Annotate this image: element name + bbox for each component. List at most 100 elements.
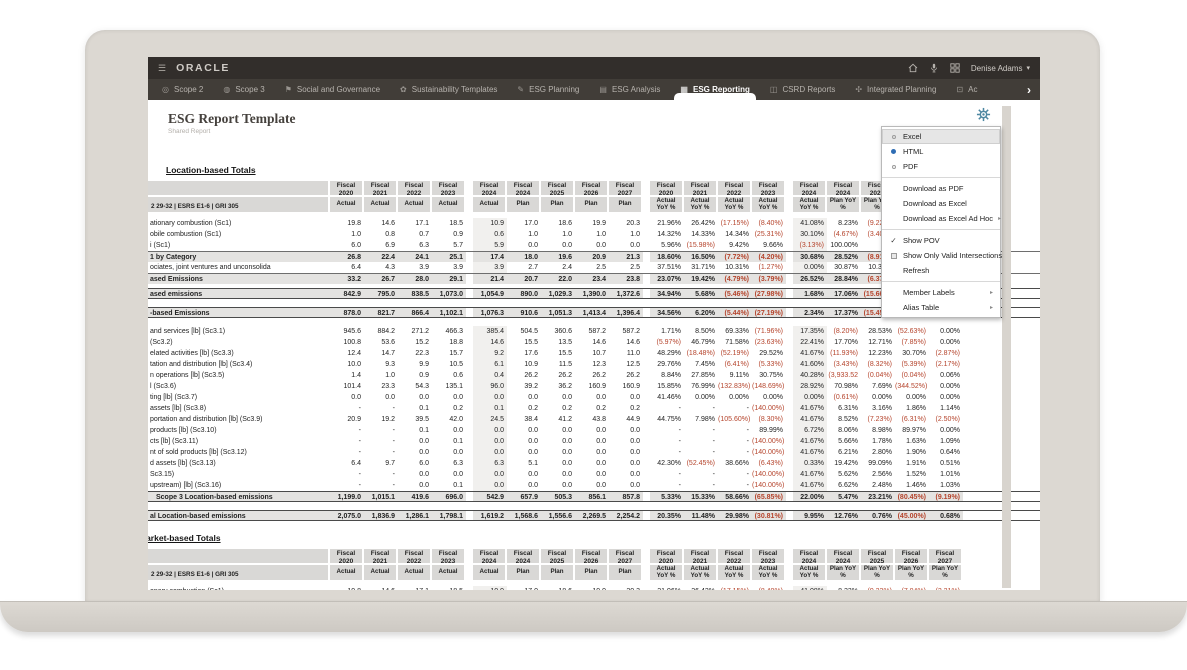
microphone-icon[interactable]	[929, 63, 939, 73]
tab-scope-3[interactable]: ◍Scope 3	[213, 79, 274, 100]
table-cell: (71.96%)	[752, 326, 786, 337]
table-cell: 3.16%	[861, 403, 895, 414]
table-cell: 0.00%	[793, 262, 827, 273]
table-cell: 1,073.0	[432, 289, 466, 298]
table-cell: 0.0	[473, 392, 507, 403]
app-grid-icon[interactable]	[950, 63, 960, 73]
table-cell: 0.0	[473, 469, 507, 480]
tab-esg-reporting[interactable]: ▦ESG Reporting	[670, 79, 759, 100]
tabs-overflow-button[interactable]: ›	[1018, 83, 1040, 97]
table-cell: 89.97%	[895, 425, 929, 436]
table-cell: -	[330, 447, 364, 458]
menu-item-alias-table[interactable]: Alias Table▸	[882, 300, 1000, 315]
table-cell: 0.0	[507, 240, 541, 251]
table-row: products [lb] (Sc3.10)--0.10.00.00.00.00…	[148, 425, 1040, 436]
column-group-gap	[466, 480, 473, 491]
column-header-sub: Plan YoY %	[827, 197, 859, 212]
column-group-gap	[786, 447, 793, 458]
table-cell: 1.46%	[895, 480, 929, 491]
table-cell: 0.0	[609, 425, 643, 436]
menu-item-show-pov[interactable]: ✓Show POV	[882, 233, 1000, 248]
column-header-year: Fiscal 2020	[330, 549, 362, 565]
menu-item-excel[interactable]: Excel	[882, 129, 1000, 144]
tab-csrd-reports[interactable]: ◫CSRD Reports	[760, 79, 845, 100]
table-cell: 31.71%	[684, 262, 718, 273]
table-cell: 18.5	[432, 586, 466, 590]
column-header: Fiscal 2023Actual YoY %	[752, 181, 786, 212]
column-group-gap	[466, 326, 473, 337]
column-group-gap	[786, 469, 793, 480]
table-cell: 41.08%	[793, 218, 827, 229]
table-cell: 9.9	[398, 359, 432, 370]
menu-item-download-as-excel[interactable]: Download as Excel	[882, 196, 1000, 211]
table-cell: (140.00%)	[752, 480, 786, 491]
column-header-year: Fiscal 2025	[861, 549, 893, 565]
menu-item-label: Refresh	[903, 266, 929, 275]
table-cell: (3.43%)	[827, 359, 861, 370]
table-cell: -	[650, 403, 684, 414]
table-cell: (45.00%)	[895, 511, 929, 520]
menu-item-show-only-valid-intersections[interactable]: Show Only Valid Intersections	[882, 248, 1000, 263]
table-cell: 38.4	[507, 414, 541, 425]
table-cell: 1,029.3	[541, 289, 575, 298]
tab-scope-2[interactable]: ◎Scope 2	[152, 79, 213, 100]
table-cell: (27.98%)	[752, 289, 786, 298]
scope3-icon: ◍	[223, 85, 230, 94]
table-row: n operations [lb] (Sc3.5)1.41.00.90.60.4…	[148, 370, 1040, 381]
table-cell: 23.3	[364, 381, 398, 392]
column-group-gap	[643, 511, 650, 520]
column-header-year: Fiscal 2025	[541, 181, 573, 197]
menu-item-pdf[interactable]: PDF	[882, 159, 1000, 174]
user-menu[interactable]: Denise Adams ▾	[971, 64, 1030, 73]
menu-item-download-as-pdf[interactable]: Download as PDF	[882, 181, 1000, 196]
social-governance-icon: ⚑	[285, 85, 292, 94]
column-header-sub: Actual	[398, 565, 430, 580]
column-header-year: Fiscal 2027	[929, 549, 961, 565]
column-header-year: Fiscal 2027	[609, 181, 641, 197]
table-cell: 1,051.3	[541, 308, 575, 317]
table-cell: 26.7	[364, 274, 398, 284]
table-cell: 1.68%	[793, 289, 827, 298]
column-header-sub: Plan	[541, 197, 573, 212]
oracle-logo[interactable]: ORACLE	[176, 62, 230, 74]
tab-ac[interactable]: ⊡Ac	[946, 79, 987, 100]
tab-esg-analysis[interactable]: ▤ESG Analysis	[589, 79, 670, 100]
column-header: Fiscal 2023Actual YoY %	[752, 549, 786, 580]
table-cell: 19.9	[575, 218, 609, 229]
column-header: Fiscal 2027Plan YoY %	[929, 549, 963, 580]
table-cell: 7.98%	[684, 414, 718, 425]
report-context-menu: ExcelHTMLPDFDownload as PDFDownload as E…	[881, 126, 1001, 318]
tab-integrated-planning[interactable]: ✣Integrated Planning	[845, 79, 946, 100]
vertical-scrollbar[interactable]	[1002, 106, 1011, 588]
table-cell: 2,075.0	[330, 511, 364, 520]
table-cell: (6.43%)	[752, 458, 786, 469]
column-header-sub: Actual YoY %	[752, 197, 784, 212]
menu-item-download-as-excel-ad-hoc[interactable]: Download as Excel Ad Hoc▸	[882, 211, 1000, 226]
table-cell: 0.64%	[929, 447, 963, 458]
row-label: and services [lb] (Sc3.1)	[148, 326, 330, 337]
tab-esg-planning[interactable]: ✎ESG Planning	[507, 79, 589, 100]
hamburger-menu-icon[interactable]: ☰	[158, 63, 166, 74]
table-cell: 135.1	[432, 381, 466, 392]
table-cell: 0.6	[473, 229, 507, 240]
table-cell: 8.84%	[650, 370, 684, 381]
table-cell: (17.15%)	[718, 218, 752, 229]
table-cell: (7.04%)	[895, 586, 929, 590]
tab-label: Social and Governance	[297, 85, 380, 94]
menu-item-refresh[interactable]: Refresh	[882, 263, 1000, 278]
column-group-gap	[786, 586, 793, 590]
table-cell: 1,102.1	[432, 308, 466, 317]
table-cell: 1,076.3	[473, 308, 507, 317]
table-cell: 0.0	[398, 436, 432, 447]
table-cell: 20.7	[507, 274, 541, 284]
table-cell: 43.8	[575, 414, 609, 425]
home-icon[interactable]	[908, 63, 918, 73]
table-cell: 0.00%	[861, 392, 895, 403]
table-cell: 30.68%	[793, 252, 827, 262]
tab-social-and-governance[interactable]: ⚑ Social and Governance	[275, 79, 390, 100]
gear-icon[interactable]	[976, 107, 991, 122]
tab-sustainability-templates[interactable]: ✿Sustainability Templates	[390, 79, 507, 100]
menu-item-html[interactable]: HTML	[882, 144, 1000, 159]
table-cell: 9.95%	[793, 511, 827, 520]
menu-item-member-labels[interactable]: Member Labels▸	[882, 285, 1000, 300]
